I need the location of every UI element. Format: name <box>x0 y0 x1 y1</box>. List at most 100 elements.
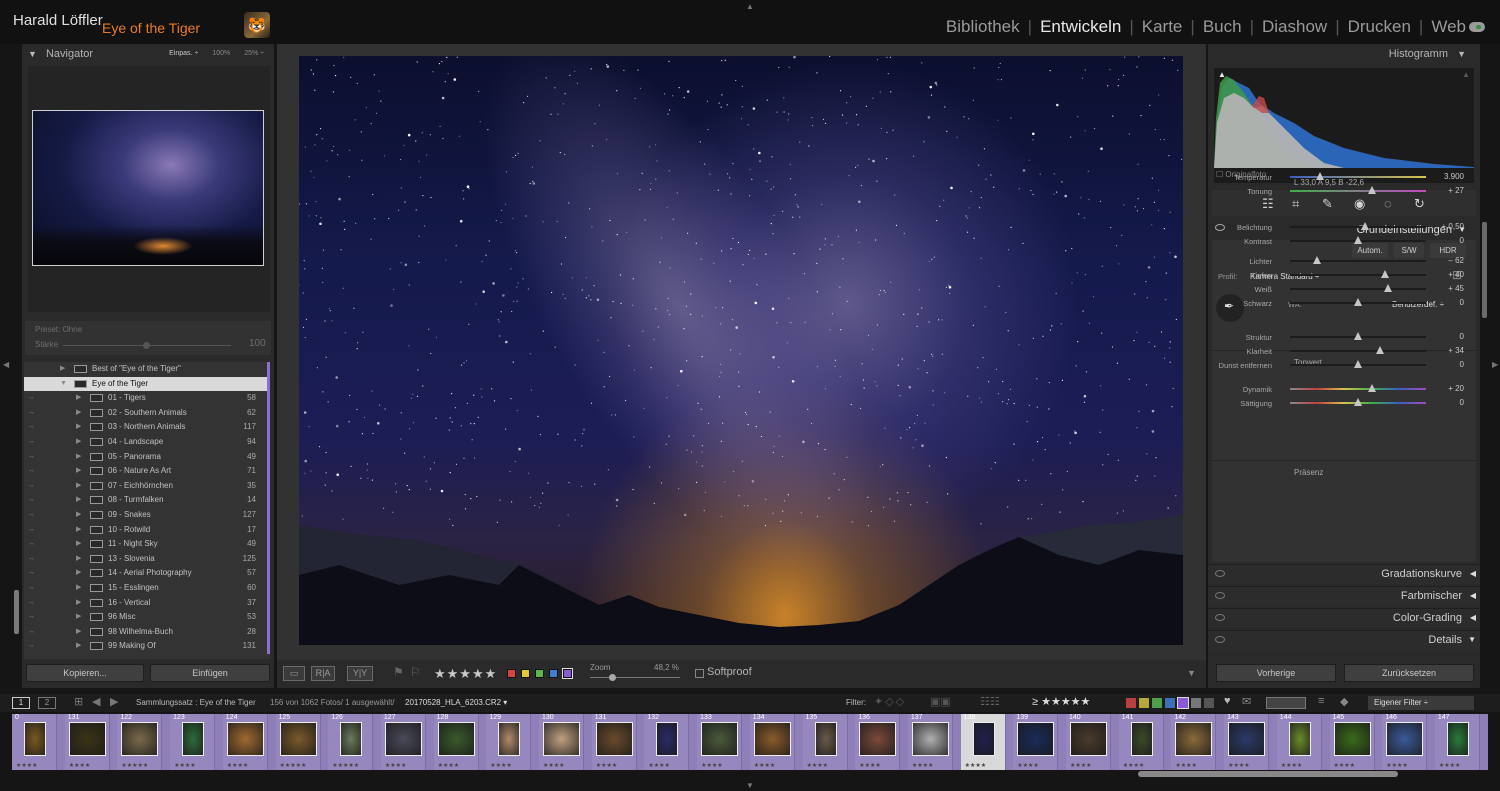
slider-track[interactable] <box>1290 260 1426 262</box>
collection-row[interactable]: ↔ ▶ 01 - Tigers 58 <box>24 391 270 407</box>
highlight-clipping-icon[interactable]: ▲ <box>1462 70 1470 79</box>
slider-track[interactable] <box>1290 190 1426 192</box>
disclosure-triangle-icon[interactable]: ▶ <box>76 450 81 464</box>
disclosure-triangle-icon[interactable]: ▶ <box>76 391 81 405</box>
disclosure-triangle-icon[interactable]: ▶ <box>76 420 81 434</box>
zoom-slider-track[interactable] <box>590 677 680 678</box>
eye-toggle-icon[interactable] <box>1215 570 1225 577</box>
film-thumbnail[interactable]: 140 ★★★★ <box>1066 714 1111 770</box>
softproof-checkbox[interactable] <box>695 669 704 678</box>
edit-filter-icons[interactable]: ▣▣ <box>930 695 951 708</box>
film-thumbnail[interactable]: 134 ★★★★ <box>749 714 795 770</box>
filename-dropdown[interactable]: 20170528_HLA_6203.CR2 ▾ <box>405 698 507 707</box>
module-karte[interactable]: Karte <box>1142 17 1183 37</box>
source-label[interactable]: Sammlungssatz : Eye of the Tiger <box>136 698 256 707</box>
slider-thumb[interactable] <box>1360 222 1369 230</box>
collection-row[interactable]: ↔ ▶ 10 - Rotwild 17 <box>24 522 270 538</box>
slider-track[interactable] <box>1290 350 1426 352</box>
histogram[interactable]: ▲ ▲ L 33,0 A 9,5 B -22,6 <box>1214 68 1474 187</box>
disclosure-triangle-icon[interactable]: ▶ <box>76 406 81 420</box>
heal-icon[interactable]: ✎ <box>1322 196 1333 212</box>
slider-kontrast[interactable]: Kontrast 0 <box>1212 234 1476 248</box>
stack-icon[interactable]: ≡ <box>1318 695 1324 707</box>
custom-filter-dropdown[interactable]: Eigener Filter ÷ <box>1368 696 1474 710</box>
film-thumbnail[interactable]: 137 ★★★★ <box>907 714 953 770</box>
forward-arrow-icon[interactable]: ▶ <box>110 695 118 708</box>
film-thumbnail[interactable]: 130 ★★★★ <box>539 714 584 770</box>
navigator-zoom-options[interactable]: Einpas. ÷ 100% 25% ÷ <box>169 44 264 64</box>
disclosure-triangle-icon[interactable]: ▶ <box>76 596 81 610</box>
slider-thumb[interactable] <box>1367 384 1376 392</box>
eye-toggle-icon[interactable] <box>1215 636 1225 643</box>
crop-icon[interactable]: ⌗ <box>1292 196 1299 212</box>
main-photo[interactable] <box>299 56 1183 645</box>
collapse-triangle-icon[interactable]: ▼ <box>1457 49 1466 59</box>
film-thumbnail[interactable]: 133 ★★★★ <box>697 714 743 770</box>
disclosure-triangle-icon[interactable]: ▶ <box>76 552 81 566</box>
collection-row[interactable]: ↔ ▶ 03 - Northern Animals 117 <box>24 420 270 436</box>
slider-belichtung[interactable]: Belichtung + 0,50 <box>1212 220 1476 234</box>
red-eye-icon[interactable]: ◉ <box>1354 196 1365 212</box>
color-label-0[interactable] <box>507 669 516 678</box>
collection-row[interactable]: ↔ ▶ 09 - Snakes 127 <box>24 508 270 523</box>
disclosure-triangle-icon[interactable]: ▶ <box>76 581 81 595</box>
slider-dynamik[interactable]: Dynamik + 20 <box>1212 382 1476 396</box>
left-panel-toggle-icon[interactable]: ◀ <box>3 360 9 369</box>
film-thumbnail[interactable]: 127 ★★★★ <box>380 714 426 770</box>
film-thumbnail[interactable]: 136 ★★★★ <box>855 714 901 770</box>
eye-toggle-icon[interactable] <box>1215 592 1225 599</box>
disclosure-triangle-icon[interactable]: ▶ <box>60 362 65 376</box>
slider-tonung[interactable]: Tonung + 27 <box>1212 184 1476 198</box>
module-entwickeln[interactable]: Entwickeln <box>1040 17 1121 37</box>
slider-track[interactable] <box>1290 388 1426 390</box>
collapse-triangle-icon[interactable]: ◀ <box>1470 569 1476 578</box>
flag-reject-icon[interactable]: ⚐ <box>410 665 421 679</box>
copy-button[interactable]: Kopieren... <box>26 664 144 682</box>
cloud-sync-icon[interactable] <box>1469 22 1485 32</box>
filter-color-2[interactable] <box>1152 698 1162 708</box>
bottom-panel-toggle-icon[interactable]: ▼ <box>746 781 754 790</box>
heart-icon[interactable]: ♥ <box>1224 695 1231 707</box>
film-thumbnail[interactable]: 145 ★★★★ <box>1329 714 1375 770</box>
disclosure-triangle-icon[interactable]: ▶ <box>76 537 81 551</box>
loupe-view-button[interactable]: ▭ <box>283 666 305 681</box>
flag-filter-icons[interactable]: ✦◇◇ <box>874 695 906 708</box>
slider-tiefen[interactable]: Tiefen + 40 <box>1212 268 1476 282</box>
film-thumbnail[interactable]: 138 ★★★★ <box>960 714 1006 770</box>
panel-color-grading[interactable]: Color-Grading ◀ <box>1208 608 1480 628</box>
previous-button[interactable]: Vorherige <box>1216 664 1336 682</box>
slider-struktur[interactable]: Struktur 0 <box>1212 330 1476 344</box>
panel-farbmischer[interactable]: Farbmischer ◀ <box>1208 586 1480 606</box>
film-thumbnail[interactable]: 147 ★★★★ <box>1434 714 1480 770</box>
film-thumbnail[interactable]: 141 ★★★★ <box>1118 714 1164 770</box>
film-thumbnail[interactable]: 124 ★★★★ <box>222 714 268 770</box>
panel-details[interactable]: Details ▼ <box>1208 630 1480 650</box>
color-label-4[interactable] <box>562 668 573 679</box>
collection-row[interactable]: ↔ ▶ 02 - Southern Animals 62 <box>24 405 270 421</box>
collapse-triangle-icon[interactable]: ▼ <box>1468 635 1476 644</box>
slider-thumb[interactable] <box>1381 270 1390 278</box>
collection-row[interactable]: ↔ ▶ 98 Wilhelma-Buch 28 <box>24 624 270 640</box>
star-filter[interactable]: ≥ ★★★★★ <box>1032 695 1090 708</box>
film-thumbnail[interactable]: 129 ★★★★ <box>486 714 532 770</box>
disclosure-triangle-icon[interactable]: ▶ <box>76 493 81 507</box>
reset-tool-icon[interactable]: ↻ <box>1414 196 1425 212</box>
masking-icon[interactable]: ◌ <box>1384 196 1392 211</box>
slider-thumb[interactable] <box>1383 284 1392 292</box>
disclosure-triangle-icon[interactable]: ▶ <box>76 479 81 493</box>
zoom-fit-option[interactable]: Einpas. ÷ <box>169 44 198 64</box>
disclosure-triangle-icon[interactable]: ▶ <box>76 566 81 580</box>
filmstrip-scrollbar[interactable] <box>1138 771 1398 777</box>
film-thumbnail[interactable]: 144 ★★★★ <box>1276 714 1322 770</box>
filter-color-4[interactable] <box>1177 697 1189 709</box>
slider-thumb[interactable] <box>1354 332 1362 340</box>
collection-row[interactable]: ↔ ▶ 14 - Aerial Photography 57 <box>24 566 270 582</box>
slider-thumb[interactable] <box>1315 172 1324 180</box>
module-buch[interactable]: Buch <box>1203 17 1242 37</box>
edit-sliders-icon[interactable]: ☷ <box>1262 196 1274 212</box>
film-thumbnail[interactable]: 131 ★★★★ <box>64 714 110 770</box>
collection-row[interactable]: ↔ ▶ 96 Misc 53 <box>24 610 270 626</box>
collection-row[interactable]: ↔ ▶ 06 - Nature As Art 71 <box>24 464 270 480</box>
slider-track[interactable] <box>1290 176 1426 178</box>
slider-schwarz[interactable]: Schwarz 0 <box>1212 296 1476 310</box>
